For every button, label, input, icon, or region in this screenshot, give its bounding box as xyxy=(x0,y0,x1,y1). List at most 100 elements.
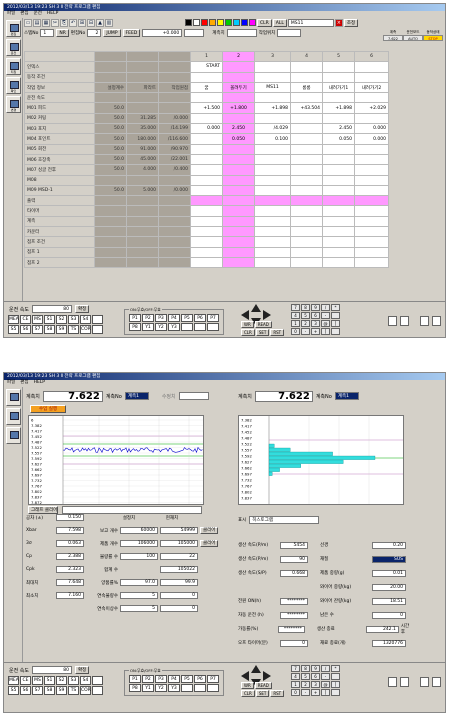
step-cell[interactable]: /4.029 xyxy=(254,123,291,135)
step-cell[interactable] xyxy=(290,184,323,197)
step-cell[interactable]: +43.504 xyxy=(290,102,323,114)
step-cell[interactable]: +1.800 xyxy=(222,102,255,114)
param-cell[interactable]: 45.000 xyxy=(126,153,159,166)
keypad-key[interactable]: 5 xyxy=(301,673,310,680)
column-number[interactable]: 5 xyxy=(322,50,355,63)
clr-button[interactable]: CLR xyxy=(241,690,255,697)
rst-button[interactable]: RST xyxy=(270,329,285,336)
step-cell[interactable] xyxy=(190,215,223,228)
function-key[interactable] xyxy=(92,325,103,334)
clr-button[interactable]: CLR xyxy=(241,329,255,336)
function-key[interactable]: TS xyxy=(68,325,79,334)
keypad-key[interactable] xyxy=(331,673,340,680)
keypad-key[interactable]: 7 xyxy=(291,304,300,311)
step-cell[interactable] xyxy=(354,195,389,207)
step-cell[interactable] xyxy=(354,205,389,217)
step-cell[interactable]: 0.050 xyxy=(222,133,255,145)
set-button[interactable]: SET xyxy=(255,329,270,336)
step-cell[interactable] xyxy=(290,71,323,83)
function-key[interactable]: S6 xyxy=(20,325,31,334)
metric-set-value[interactable]: 106000 xyxy=(120,540,158,547)
step-cell[interactable] xyxy=(190,246,223,258)
step-cell[interactable]: 0.000 xyxy=(354,133,389,145)
metric-set-value[interactable]: 5 xyxy=(120,592,158,599)
keypad-key[interactable]: [ xyxy=(331,320,340,327)
function-key[interactable] xyxy=(92,676,103,685)
function-key[interactable]: S4 xyxy=(80,315,91,324)
keypad-key[interactable]: 6 xyxy=(311,312,320,319)
param-cell[interactable] xyxy=(94,71,127,83)
keypad-key[interactable]: + xyxy=(311,328,320,335)
step-cell[interactable] xyxy=(222,205,255,217)
param-cell[interactable] xyxy=(158,61,191,73)
keypad-key[interactable]: 8 xyxy=(301,304,310,311)
step-cell[interactable] xyxy=(222,195,255,207)
param-cell[interactable] xyxy=(158,205,191,217)
editno-field[interactable]: 2 xyxy=(87,29,102,37)
step-cell[interactable] xyxy=(322,71,355,83)
step-cell[interactable] xyxy=(290,143,323,155)
function-key[interactable]: S9 xyxy=(56,686,67,695)
param-cell[interactable] xyxy=(158,256,191,269)
step-cell[interactable] xyxy=(290,246,323,258)
step-cell[interactable] xyxy=(222,112,255,125)
menu-run[interactable]: 운전 xyxy=(34,11,42,17)
step-cell[interactable] xyxy=(354,153,389,166)
param-cell[interactable] xyxy=(126,215,159,228)
output-key[interactable] xyxy=(207,684,219,692)
material-value[interactable]: 0.20 xyxy=(372,541,406,549)
keypad-key[interactable]: 3 xyxy=(311,320,320,327)
output-key[interactable]: P7 xyxy=(207,675,219,683)
param-cell[interactable] xyxy=(158,195,191,207)
keypad-key[interactable]: 4 xyxy=(291,673,300,680)
param-cell[interactable]: 파라트 xyxy=(126,81,159,94)
step-cell[interactable] xyxy=(354,112,389,125)
step-cell[interactable] xyxy=(322,256,355,269)
step-cell[interactable] xyxy=(354,246,389,258)
param-cell[interactable] xyxy=(126,92,159,104)
step-cell[interactable] xyxy=(354,184,389,197)
param-cell[interactable] xyxy=(94,195,127,207)
arrow-right-icon[interactable] xyxy=(263,310,271,320)
param-cell[interactable]: 31.285 xyxy=(126,112,159,125)
step-cell[interactable] xyxy=(322,184,355,197)
step-cell[interactable] xyxy=(290,205,323,217)
step-cell[interactable] xyxy=(190,164,223,176)
output-key[interactable]: Y1 xyxy=(142,684,154,692)
step-cell[interactable] xyxy=(322,153,355,166)
step-cell[interactable]: MS11 xyxy=(254,81,291,94)
param-cell[interactable] xyxy=(158,102,191,114)
clr-button[interactable]: CLR xyxy=(257,18,272,27)
function-key[interactable]: S2 xyxy=(56,315,67,324)
material-value[interactable]: 242.1 xyxy=(366,625,399,633)
step-cell[interactable] xyxy=(322,226,355,238)
param-cell[interactable]: 50.0 xyxy=(94,153,127,166)
color-cyan[interactable] xyxy=(233,19,240,26)
step-cell[interactable] xyxy=(254,164,291,176)
display-select[interactable]: 히스토그램 xyxy=(249,516,320,524)
function-key[interactable]: MEA xyxy=(8,676,19,685)
step-cell[interactable] xyxy=(322,112,355,125)
step-cell[interactable] xyxy=(290,112,323,125)
function-key[interactable]: S1 xyxy=(44,676,55,685)
keypad-key[interactable]: / xyxy=(321,304,330,311)
material-value[interactable]: SUS xyxy=(372,555,406,563)
step-cell[interactable]: START xyxy=(190,61,223,73)
output-key[interactable]: P1 xyxy=(129,675,141,683)
param-cell[interactable]: 5.000 xyxy=(126,184,159,197)
param-cell[interactable]: /0.000 xyxy=(158,184,191,197)
output-key[interactable] xyxy=(181,684,193,692)
step-cell[interactable] xyxy=(190,236,223,248)
param-cell[interactable] xyxy=(126,61,159,73)
start-sampling-button[interactable]: 수입 실행 xyxy=(30,405,66,413)
step-cell[interactable] xyxy=(290,123,323,135)
function-key[interactable]: S9 xyxy=(56,325,67,334)
side-change-button[interactable]: 변경 xyxy=(6,96,21,113)
keypad-key[interactable]: - xyxy=(321,673,330,680)
step-cell[interactable] xyxy=(290,164,323,176)
param-cell[interactable] xyxy=(126,226,159,238)
param-cell[interactable] xyxy=(94,92,127,104)
open-icon[interactable]: ▤ xyxy=(33,18,41,27)
read-button[interactable]: READ xyxy=(254,682,272,689)
keypad-key[interactable]: 7 xyxy=(291,665,300,672)
